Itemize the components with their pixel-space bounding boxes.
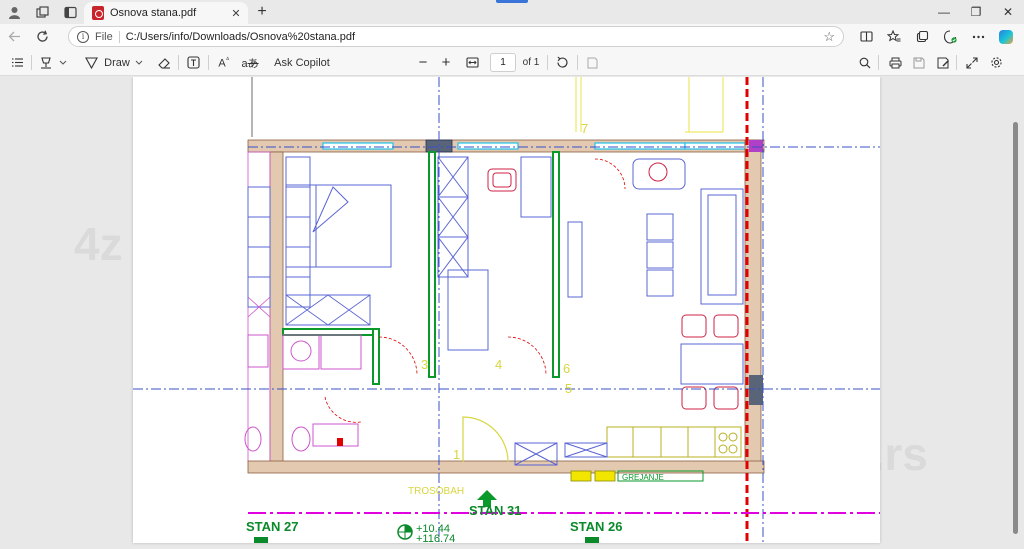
restore-button[interactable]: ❐ <box>960 0 992 24</box>
room-number-6: 6 <box>563 361 570 376</box>
more-options-icon[interactable] <box>964 24 992 49</box>
tab-actions-icon[interactable] <box>56 0 84 24</box>
new-tab-button[interactable]: + <box>252 2 272 22</box>
watermark-left: 4z <box>74 218 123 270</box>
room-number-3: 3 <box>421 357 428 372</box>
info-icon[interactable]: i <box>77 30 89 43</box>
scheme-label: File <box>95 30 120 43</box>
profile-icon[interactable] <box>0 0 28 24</box>
browser-actions <box>852 24 1020 49</box>
heating-label: GREJANJE <box>622 473 664 482</box>
tab-drag-indicator <box>496 0 528 3</box>
pdf-toolbar: Draw Aᐞ aあ Ask Copilot − + 1 of 1 <box>0 49 1024 76</box>
highlight-chevron-down-icon[interactable] <box>56 49 70 76</box>
apartment-label-stan-31: STAN 31 <box>469 503 522 518</box>
search-icon[interactable] <box>856 49 874 76</box>
favorites-icon[interactable] <box>880 24 908 49</box>
workspaces-icon[interactable] <box>28 0 56 24</box>
minimize-button[interactable]: — <box>928 0 960 24</box>
collections-icon[interactable] <box>908 24 936 49</box>
room-number-5: 5 <box>565 381 572 396</box>
highlight-icon[interactable] <box>36 49 56 76</box>
fullscreen-icon[interactable] <box>962 49 982 76</box>
favorite-star-icon[interactable]: ☆ <box>823 29 835 45</box>
pdf-page[interactable]: 7 3 4 6 1 5 TROSOBAH GREJANJE STAN 27 ST… <box>133 77 880 543</box>
draw-icon[interactable] <box>82 49 100 76</box>
address-row: i File C:/Users/info/Downloads/Osnova%20… <box>0 24 1024 49</box>
table-of-contents-icon[interactable] <box>6 49 28 76</box>
split-screen-icon[interactable] <box>852 24 880 49</box>
save-icon[interactable] <box>909 49 929 76</box>
draw-button[interactable]: Draw <box>102 49 132 76</box>
eraser-icon[interactable] <box>154 49 174 76</box>
tab-title: Osnova stana.pdf <box>110 7 197 19</box>
fit-to-width-icon[interactable] <box>462 49 482 76</box>
ask-copilot-label: Ask Copilot <box>274 56 330 69</box>
url-text[interactable]: C:/Users/info/Downloads/Osnova%20stana.p… <box>126 31 355 43</box>
toolbar-divider <box>577 55 578 70</box>
print-icon[interactable] <box>885 49 905 76</box>
toolbar-divider <box>31 55 32 70</box>
document-viewer[interactable]: 4z a.rs 7 3 4 6 1 5 TROSOBAH GREJANJE ST… <box>0 77 1024 549</box>
page-total-label: of 1 <box>522 57 540 68</box>
toolbar-divider <box>547 55 548 70</box>
close-window-button[interactable]: ✕ <box>992 0 1024 24</box>
room-number-1: 1 <box>453 447 460 462</box>
window-controls: — ❐ ✕ <box>928 0 1024 24</box>
zoom-in-button[interactable]: + <box>437 49 455 76</box>
apartment-label-stan-27: STAN 27 <box>246 519 299 534</box>
draw-chevron-down-icon[interactable] <box>132 49 146 76</box>
room-number-4: 4 <box>495 357 502 372</box>
browser-essentials-icon[interactable] <box>936 24 964 49</box>
pdf-icon <box>92 6 104 20</box>
apartment-label-stan-26: STAN 26 <box>570 519 623 534</box>
close-tab-icon[interactable]: ✕ <box>228 7 244 20</box>
tab-osnova-stana[interactable]: Osnova stana.pdf ✕ <box>84 2 248 24</box>
copilot-icon[interactable] <box>992 24 1020 49</box>
two-page-view-icon[interactable] <box>582 49 602 76</box>
address-bar[interactable]: i File C:/Users/info/Downloads/Osnova%20… <box>68 26 844 47</box>
translate-icon[interactable]: aあ <box>240 49 260 76</box>
read-aloud-icon[interactable]: Aᐞ <box>214 49 234 76</box>
refresh-button[interactable] <box>28 24 56 49</box>
back-button[interactable] <box>0 24 28 49</box>
ask-copilot-button[interactable]: Ask Copilot <box>274 49 330 76</box>
toolbar-divider <box>208 55 209 70</box>
save-as-icon[interactable] <box>933 49 953 76</box>
rotate-icon[interactable] <box>552 49 572 76</box>
settings-gear-icon[interactable] <box>986 49 1006 76</box>
draw-label: Draw <box>104 56 130 69</box>
vertical-scrollbar[interactable] <box>1013 122 1018 534</box>
page-number-input[interactable]: 1 <box>490 53 516 72</box>
add-text-icon[interactable] <box>183 49 203 76</box>
toolbar-divider <box>878 55 879 70</box>
toolbar-divider <box>178 55 179 70</box>
elevation-value-2: +116.74 <box>416 533 455 543</box>
toolbar-divider <box>956 55 957 70</box>
zoom-out-button[interactable]: − <box>414 49 432 76</box>
floor-plan-drawing: 7 3 4 6 1 5 TROSOBAH GREJANJE STAN 27 ST… <box>133 77 880 543</box>
tab-strip: Osnova stana.pdf ✕ + — ❐ ✕ <box>0 0 1024 24</box>
trosobah-label: TROSOBAH <box>408 486 464 497</box>
room-number-7: 7 <box>581 121 588 136</box>
